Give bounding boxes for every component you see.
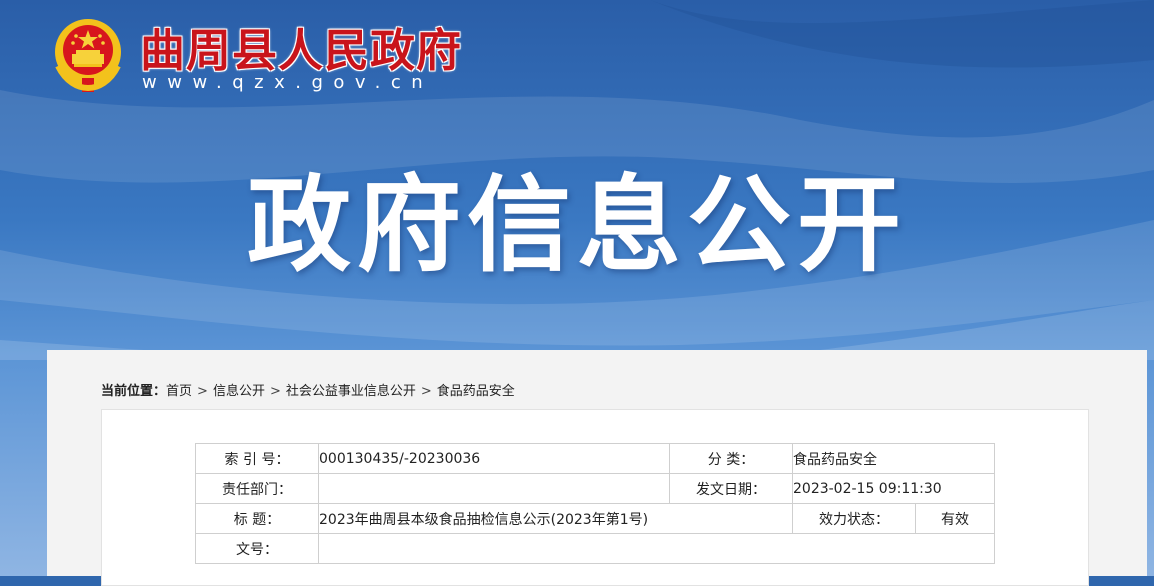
breadcrumb-separator: > — [420, 384, 432, 399]
status-value: 有效 — [915, 503, 995, 534]
national-emblem-icon — [55, 19, 121, 92]
docno-label: 文号： — [195, 533, 319, 564]
title-value: 2023年曲周县本级食品抽检信息公示(2023年第1号) — [318, 503, 793, 534]
title-label: 标 题： — [195, 503, 319, 534]
breadcrumb-label: 当前位置： — [101, 384, 167, 399]
date-value: 2023-02-15 09:11:30 — [792, 473, 995, 504]
site-name[interactable]: 曲周县人民政府 — [140, 14, 462, 79]
site-url[interactable]: www.qzx.gov.cn — [142, 72, 433, 93]
banner-title: 政府信息公开 — [246, 164, 907, 286]
breadcrumb-info-link[interactable]: 信息公开 — [213, 384, 265, 399]
document-panel: 索 引 号： 000130435/-20230036 分 类： 食品药品安全 责… — [101, 409, 1089, 586]
breadcrumb-home-link[interactable]: 首页 — [166, 384, 192, 399]
breadcrumb-separator: > — [197, 384, 208, 399]
department-value — [318, 473, 670, 504]
breadcrumb-food-link[interactable]: 食品药品安全 — [437, 384, 515, 399]
category-value: 食品药品安全 — [792, 443, 995, 474]
content-area: 当前位置：首页 > 信息公开 > 社会公益事业信息公开 > 食品药品安全 索 引 号： 00… — [47, 350, 1147, 586]
table-row: 索 引 号： 000130435/-20230036 分 类： 食品药品安全 — [195, 443, 995, 474]
status-label: 效力状态： — [792, 503, 916, 534]
table-row: 文号： — [195, 533, 995, 564]
index-label: 索 引 号： — [195, 443, 319, 474]
breadcrumb-social-link[interactable]: 社会公益事业信息公开 — [286, 384, 416, 399]
docno-value — [318, 533, 995, 564]
document-meta-table: 索 引 号： 000130435/-20230036 分 类： 食品药品安全 责… — [195, 443, 995, 564]
breadcrumb-separator: > — [269, 384, 281, 399]
category-label: 分 类： — [669, 443, 793, 474]
table-row: 标 题： 2023年曲周县本级食品抽检信息公示(2023年第1号) 效力状态： … — [195, 503, 995, 534]
breadcrumb: 当前位置：首页 > 信息公开 > 社会公益事业信息公开 > 食品药品安全 — [101, 380, 515, 399]
date-label: 发文日期： — [669, 473, 793, 504]
index-value: 000130435/-20230036 — [318, 443, 670, 474]
table-row: 责任部门： 发文日期： 2023-02-15 09:11:30 — [195, 473, 995, 504]
department-label: 责任部门： — [195, 473, 319, 504]
